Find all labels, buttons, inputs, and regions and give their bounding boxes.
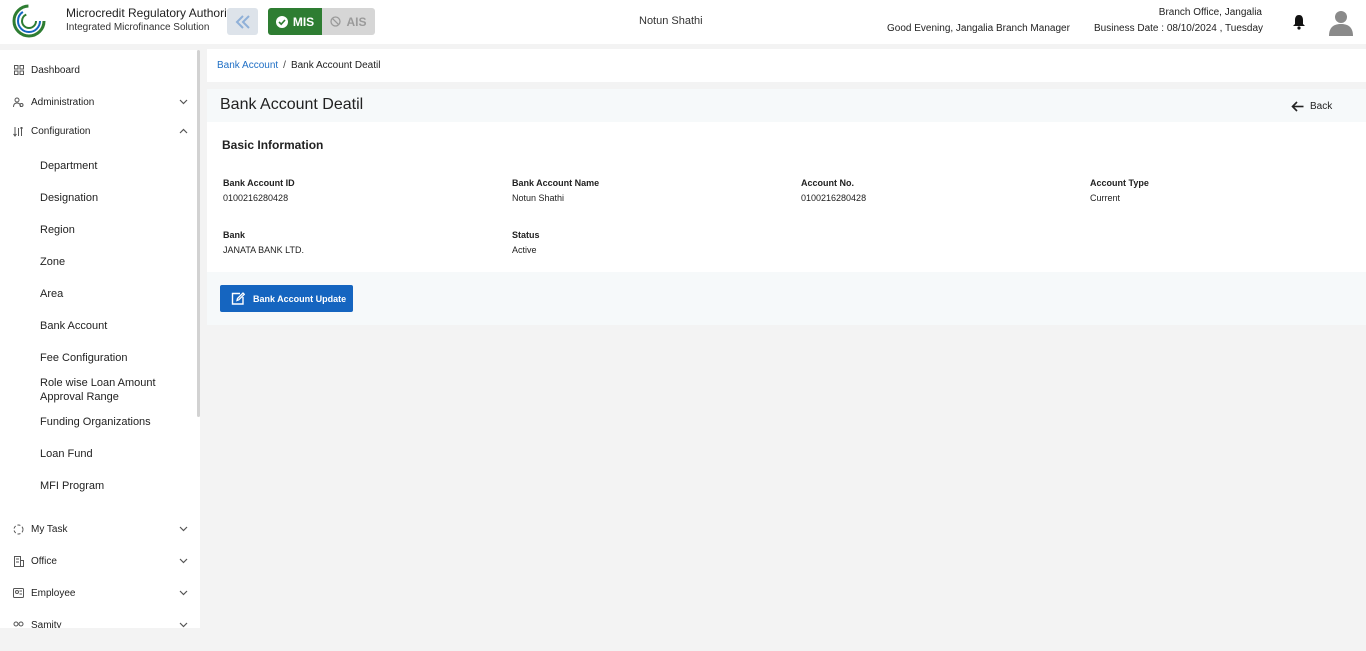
current-branch-name: Notun Shathi xyxy=(639,15,703,27)
greeting-text: Good Evening, Jangalia Branch Manager xyxy=(887,23,1070,34)
sidebar-item-office[interactable]: Office xyxy=(0,550,196,572)
page-title: Bank Account Deatil xyxy=(220,96,364,113)
field-label: Account Type xyxy=(1090,178,1149,188)
sidebar-item-administration[interactable]: Administration xyxy=(0,91,196,113)
sidebar-item-label: Office xyxy=(31,555,57,567)
breadcrumb-link-bank-account[interactable]: Bank Account xyxy=(217,60,278,71)
field-bank: Bank JANATA BANK LTD. xyxy=(223,230,503,255)
sidebar-subitem-bank-account[interactable]: Bank Account xyxy=(40,319,190,333)
mis-module-button[interactable]: MIS xyxy=(268,8,322,35)
building-icon xyxy=(13,555,24,567)
field-value: Current xyxy=(1090,193,1121,203)
field-bank-account-name: Bank Account Name Notun Shathi xyxy=(512,178,792,203)
sidebar-item-employee[interactable]: Employee xyxy=(0,582,196,604)
mra-logo xyxy=(12,4,46,38)
field-label: Bank Account ID xyxy=(223,178,295,188)
back-button[interactable]: Back xyxy=(1291,98,1332,114)
user-avatar-icon[interactable] xyxy=(1328,9,1354,36)
sidebar-scrollbar[interactable] xyxy=(197,50,200,417)
business-date-text: Business Date : 08/10/2024 , Tuesday xyxy=(1094,23,1263,34)
bank-account-update-button[interactable]: Bank Account Update xyxy=(220,285,353,312)
action-bar: Bank Account Update xyxy=(207,272,1366,325)
field-account-no: Account No. 0100216280428 xyxy=(801,178,1081,203)
edit-icon xyxy=(231,292,245,305)
mis-label: MIS xyxy=(292,14,315,29)
sidebar-subitem-zone[interactable]: Zone xyxy=(40,255,190,269)
chevron-down-icon xyxy=(179,525,188,534)
sidebar-subitem-department[interactable]: Department xyxy=(40,159,190,173)
sidebar-subitem-mfi-program[interactable]: MFI Program xyxy=(40,479,190,493)
field-label: Status xyxy=(512,230,540,240)
update-button-label: Bank Account Update xyxy=(253,293,347,304)
ais-module-button[interactable]: AIS xyxy=(322,8,375,35)
sidebar-item-samity[interactable]: Samity xyxy=(0,614,196,628)
bell-icon[interactable] xyxy=(1292,14,1306,30)
branch-office-text: Branch Office, Jangalia xyxy=(1158,7,1262,18)
field-label: Bank xyxy=(223,230,246,240)
field-value: Notun Shathi xyxy=(512,193,565,203)
sidebar-subitem-loan-approval-range[interactable]: Role wise Loan Amount Approval Range xyxy=(40,376,190,404)
chevron-up-icon xyxy=(179,127,188,136)
double-chevron-left-icon xyxy=(235,14,250,29)
sidebar-subitem-fee-configuration[interactable]: Fee Configuration xyxy=(40,351,190,365)
sort-icon xyxy=(13,126,24,137)
sidebar-item-dashboard[interactable]: Dashboard xyxy=(0,59,196,81)
check-circle-icon xyxy=(275,15,288,28)
field-label: Account No. xyxy=(801,178,854,188)
arrow-left-icon xyxy=(1291,100,1304,112)
sidebar-collapse-button[interactable] xyxy=(227,8,258,35)
sidebar-subitem-designation[interactable]: Designation xyxy=(40,191,190,205)
section-title: Basic Information xyxy=(222,138,324,152)
ban-icon xyxy=(330,16,342,27)
group-icon xyxy=(13,620,24,629)
chevron-down-icon xyxy=(179,98,188,107)
field-value: 0100216280428 xyxy=(801,193,867,203)
org-title: Microcredit Regulatory Authority xyxy=(66,6,237,20)
field-value: Active xyxy=(512,245,537,255)
chevron-down-icon xyxy=(179,621,188,629)
org-subtitle: Integrated Microfinance Solution xyxy=(66,22,210,33)
chevron-down-icon xyxy=(179,589,188,598)
sidebar-subitem-area[interactable]: Area xyxy=(40,287,190,301)
sidebar-item-label: Dashboard xyxy=(31,64,80,76)
sidebar-item-my-task[interactable]: My Task xyxy=(0,518,196,540)
sidebar-item-label: My Task xyxy=(31,523,68,535)
sidebar-item-label: Configuration xyxy=(31,125,91,137)
field-label: Bank Account Name xyxy=(512,178,600,188)
breadcrumb: Bank Account / Bank Account Deatil xyxy=(207,49,1366,82)
sidebar-subitem-funding-organizations[interactable]: Funding Organizations xyxy=(40,415,190,429)
ais-label: AIS xyxy=(346,14,367,29)
sidebar-subitem-region[interactable]: Region xyxy=(40,223,190,237)
sidebar-item-label: Employee xyxy=(31,587,76,599)
field-bank-account-id: Bank Account ID 0100216280428 xyxy=(223,178,503,203)
basic-information-card: Basic Information Bank Account ID 010021… xyxy=(207,122,1366,272)
field-account-type: Account Type Current xyxy=(1090,178,1366,203)
breadcrumb-separator: / xyxy=(283,60,286,71)
field-value: JANATA BANK LTD. xyxy=(223,245,305,255)
sidebar-item-label: Administration xyxy=(31,96,95,108)
chevron-down-icon xyxy=(179,557,188,566)
users-cog-icon xyxy=(13,97,24,108)
grid-icon xyxy=(13,65,24,76)
spinner-icon xyxy=(13,524,24,535)
breadcrumb-current: Bank Account Deatil xyxy=(290,60,381,71)
top-header: Microcredit Regulatory Authority Integra… xyxy=(0,0,1366,44)
module-switch: MIS AIS xyxy=(268,8,375,35)
back-label: Back xyxy=(1310,100,1333,112)
sidebar-item-configuration[interactable]: Configuration xyxy=(0,120,196,142)
id-badge-icon xyxy=(13,588,24,599)
sidebar-subitem-loan-fund[interactable]: Loan Fund xyxy=(40,447,190,461)
field-status: Status Active xyxy=(512,230,792,255)
sidebar-item-label: Samity xyxy=(31,619,62,629)
field-value: 0100216280428 xyxy=(223,193,289,203)
sidebar: Dashboard Administration Configuration D… xyxy=(0,50,200,628)
page-title-bar: Bank Account Deatil Back xyxy=(207,89,1366,122)
